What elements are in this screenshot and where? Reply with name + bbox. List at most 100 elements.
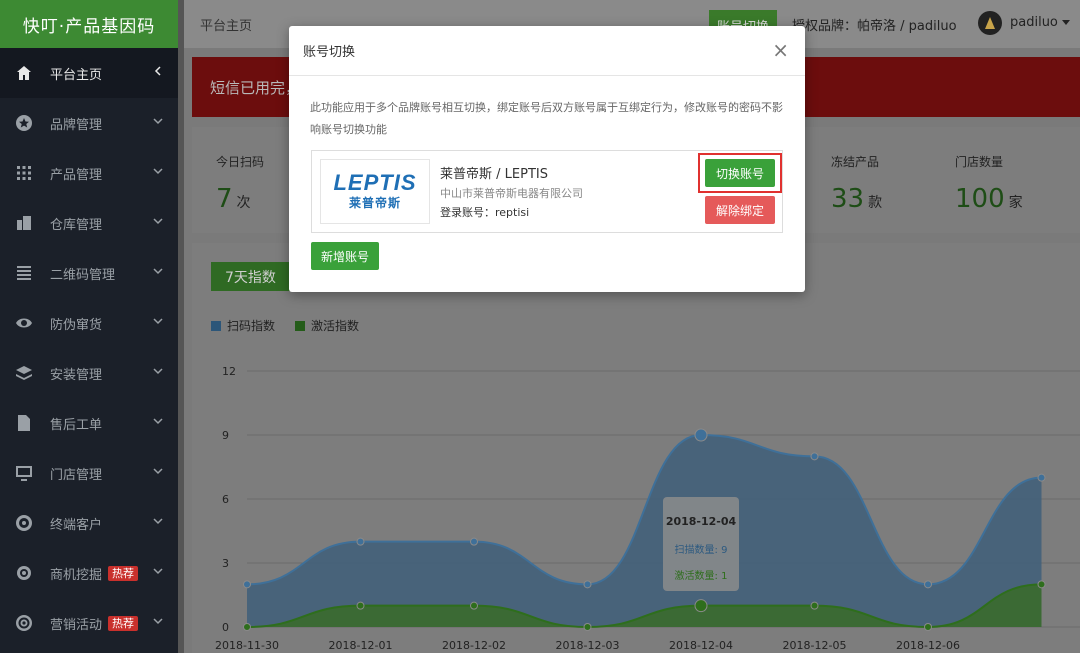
add-account-button[interactable]: 新增账号 [311, 242, 379, 270]
sidebar-item[interactable]: 终端客户 [0, 498, 178, 548]
sidebar-menu: 平台主页品牌管理产品管理仓库管理二维码管理防伪窜货安装管理售后工单门店管理终端客… [0, 48, 178, 648]
sidebar-item-label: 产品管理 [50, 167, 103, 183]
chevron-down-icon[interactable] [152, 465, 166, 479]
eye-icon [14, 313, 34, 333]
y-tick-label: 9 [222, 429, 229, 442]
brand-logo: LEPTIS 莱普帝斯 [320, 159, 430, 224]
avatar[interactable] [978, 11, 1002, 35]
username[interactable]: padiluo [1010, 15, 1058, 30]
user-avatar-icon [985, 17, 995, 29]
unbind-button[interactable]: 解除绑定 [705, 196, 775, 224]
tooltip-date: 2018-12-04 [666, 515, 737, 528]
stat-store-count: 门店数量 100 家 [955, 153, 1023, 214]
x-tick-label: 2018-12-06 [896, 639, 960, 652]
file-icon [14, 413, 34, 433]
sidebar-item[interactable]: 仓库管理 [0, 198, 178, 248]
sidebar: 快叮·产品基因码 平台主页品牌管理产品管理仓库管理二维码管理防伪窜货安装管理售后… [0, 0, 178, 653]
chevron-left-icon[interactable] [152, 65, 166, 79]
modal-header: 账号切换 [289, 26, 805, 76]
bound-account-card: LEPTIS 莱普帝斯 莱普帝斯 / LEPTIS 中山市莱普帝斯电器有限公司 … [311, 150, 783, 233]
user-menu-caret-icon[interactable] [1062, 20, 1070, 25]
data-point [924, 580, 932, 589]
sidebar-scrollbar[interactable] [178, 0, 184, 653]
chevron-down-icon[interactable] [152, 365, 166, 379]
stat-value: 100 [955, 184, 1005, 214]
y-tick-label: 6 [222, 493, 229, 506]
sidebar-item[interactable]: 门店管理 [0, 448, 178, 498]
switch-account-button[interactable]: 切换账号 [705, 159, 775, 187]
sidebar-item[interactable]: 安装管理 [0, 348, 178, 398]
x-tick-label: 2018-11-30 [215, 639, 279, 652]
x-tick-label: 2018-12-01 [329, 639, 393, 652]
chevron-down-icon[interactable] [152, 515, 166, 529]
data-point [694, 599, 708, 613]
x-tick-label: 2018-12-03 [556, 639, 620, 652]
chevron-down-icon[interactable] [152, 265, 166, 279]
sidebar-item[interactable]: 售后工单 [0, 398, 178, 448]
chevron-down-icon[interactable] [152, 215, 166, 229]
x-tick-label: 2018-12-02 [442, 639, 506, 652]
stat-unit: 次 [236, 195, 251, 211]
chevron-down-icon[interactable] [152, 615, 166, 629]
sidebar-item-label: 二维码管理 [50, 267, 116, 283]
data-point [810, 601, 819, 610]
hot-badge: 热荐 [108, 615, 139, 631]
sidebar-item-label: 安装管理 [50, 367, 103, 383]
breadcrumb[interactable]: 平台主页 [200, 15, 252, 34]
monitor-icon [14, 463, 34, 483]
data-point [243, 580, 251, 589]
globe-icon [14, 513, 34, 533]
x-tick-label: 2018-12-05 [783, 639, 847, 652]
chevron-down-icon[interactable] [152, 315, 166, 329]
sidebar-item[interactable]: 产品管理 [0, 148, 178, 198]
sidebar-item-label: 平台主页 [50, 67, 103, 83]
stat-value: 33 [831, 184, 865, 214]
data-point [583, 580, 592, 589]
authorized-brand-label: 授权品牌：帕帝洛 / padiluo [792, 19, 957, 34]
account-switch-modal: 账号切换 × 此功能应用于多个品牌账号相互切换，绑定账号后双方账号属于互绑定行为… [289, 26, 805, 292]
sidebar-item[interactable]: 防伪窜货 [0, 298, 178, 348]
chevron-down-icon[interactable] [152, 565, 166, 579]
data-point [1037, 580, 1046, 589]
sidebar-item-label: 防伪窜货 [50, 317, 103, 333]
brand-logo-en: LEPTIS [333, 170, 417, 195]
tooltip-scan: 扫描数量: 9 [675, 543, 728, 556]
broadcast-icon [14, 613, 34, 633]
stat-title: 今日扫码 [216, 155, 265, 169]
sidebar-item[interactable]: 二维码管理 [0, 248, 178, 298]
chevron-down-icon[interactable] [152, 415, 166, 429]
data-point [1037, 473, 1046, 482]
chevron-down-icon[interactable] [152, 115, 166, 129]
data-point [810, 452, 819, 461]
data-point [243, 623, 251, 631]
app-logo-title[interactable]: 快叮·产品基因码 [0, 0, 178, 48]
alert-text: 短信已用完， [210, 79, 301, 97]
sidebar-item[interactable]: 品牌管理 [0, 98, 178, 148]
chevron-down-icon[interactable] [152, 165, 166, 179]
stat-today-scans: 今日扫码 7次 [216, 153, 264, 214]
chart-panel: 7天指数 扫码指数 激活指数 0 3 6 9 12 2018-11-30 2018-12-0… [192, 243, 1080, 653]
star-icon [14, 113, 34, 133]
x-tick-label: 2018-12-04 [669, 639, 733, 652]
stat-value: 7 [216, 184, 233, 214]
sidebar-item-label: 商机挖掘 [50, 567, 103, 583]
stat-unit: 家 [1008, 195, 1023, 211]
y-tick-label: 12 [222, 365, 236, 378]
data-point [694, 428, 708, 442]
close-icon[interactable]: × [772, 40, 789, 60]
sidebar-item[interactable]: 商机挖掘 热荐 [0, 548, 178, 598]
account-login: 登录账号：reptisi [440, 206, 530, 219]
sidebar-item[interactable]: 营销活动 热荐 [0, 598, 178, 648]
sidebar-item[interactable]: 平台主页 [0, 48, 178, 98]
data-point [924, 623, 932, 631]
brand-logo-cn: 莱普帝斯 [348, 196, 401, 210]
hot-badge: 热荐 [108, 565, 139, 581]
index-chart: 0 3 6 9 12 2018-11-30 2018-12-01 2018-12-02 2018… [215, 365, 1080, 652]
qrcode-icon [14, 263, 34, 283]
stat-frozen-products: 冻结产品 33 款 [831, 153, 882, 214]
data-point [356, 601, 365, 610]
sidebar-item-label: 仓库管理 [50, 217, 103, 233]
sidebar-item-label: 门店管理 [50, 467, 103, 483]
data-point [470, 601, 478, 610]
sidebar-item-label: 品牌管理 [50, 117, 103, 133]
